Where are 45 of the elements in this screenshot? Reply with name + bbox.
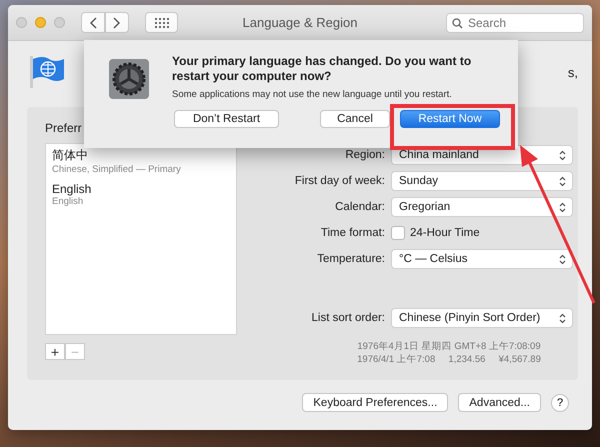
window-minimize-button[interactable] <box>35 17 46 28</box>
help-button[interactable]: ? <box>551 394 569 412</box>
description-text: s, <box>568 65 578 80</box>
field-label: List sort order: <box>310 312 385 324</box>
up-down-chevron-icon <box>559 254 566 264</box>
up-down-chevron-icon <box>559 176 566 186</box>
field-label: Temperature: <box>316 253 385 265</box>
gear-icon <box>108 58 150 100</box>
field-label: First day of week: <box>294 175 385 187</box>
checkbox[interactable] <box>391 226 405 240</box>
popup-menu[interactable]: °C — Celsius <box>391 249 573 269</box>
up-down-chevron-icon <box>559 150 566 160</box>
add-button[interactable]: + <box>45 343 65 360</box>
language-name[interactable]: 简体中 <box>52 147 230 164</box>
up-down-chevron-icon <box>559 312 566 324</box>
field-label: Time format: <box>320 227 385 239</box>
window-title: Language & Region <box>242 15 358 30</box>
flag-globe-icon <box>29 55 65 89</box>
chevron-right-icon <box>113 16 121 28</box>
back-button[interactable] <box>81 12 105 33</box>
field-label: Calendar: <box>334 201 385 213</box>
dialog-button[interactable]: Don’t Restart <box>174 110 279 128</box>
up-down-chevron-icon <box>559 202 566 212</box>
forward-button[interactable] <box>105 12 129 33</box>
chevron-left-icon <box>89 16 97 28</box>
popup-menu[interactable]: Chinese (Pinyin Sort Order) <box>391 308 573 328</box>
format-sample-text: 1976/4/1 上午7:08 1,234.56 ¥4,567.89 <box>357 353 541 366</box>
language-detail: English <box>52 196 84 207</box>
dialog-button[interactable]: Restart Now <box>400 110 500 128</box>
language-name[interactable]: English <box>52 182 230 196</box>
language-detail: Chinese, Simplified — Primary <box>52 164 182 175</box>
dialog-button[interactable]: Cancel <box>320 110 390 128</box>
preferred-languages-heading: Preferr <box>45 121 83 137</box>
field-label: Region: <box>344 149 385 161</box>
dialog-title: Your primary language has changed. Do you want to restart your computer now? <box>172 54 472 84</box>
search-field[interactable]: Search <box>446 12 584 32</box>
popup-menu[interactable]: Gregorian <box>391 197 573 217</box>
advanced-button[interactable]: Advanced... <box>458 393 541 412</box>
popup-menu[interactable]: Sunday <box>391 171 573 191</box>
grid-icon <box>154 18 168 28</box>
checkbox-label: 24-Hour Time <box>410 227 480 239</box>
format-sample-text: 1976年4月1日 星期四 GMT+8 上午7:08:09 <box>357 340 541 353</box>
dialog-message: Some applications may not use the new language until you restart. <box>172 89 453 100</box>
keyboard-preferences-button[interactable]: Keyboard Preferences... <box>302 393 448 412</box>
show-all-button[interactable] <box>145 12 178 33</box>
